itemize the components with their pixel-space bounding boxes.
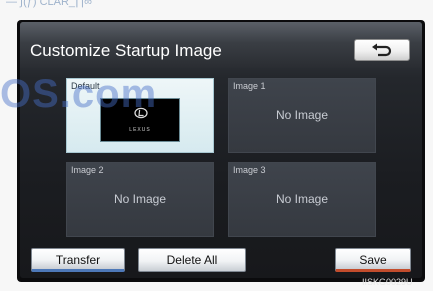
return-arrow-icon (372, 43, 392, 57)
figure-code: IISKG0029U (362, 277, 413, 287)
tile-placeholder: No Image (113, 192, 167, 206)
navigation-screen: Customize Startup Image Default LEXUS Im… (20, 22, 422, 278)
document-header: — ∫(ƒ) CLAR_∏∞ (0, 0, 433, 22)
manual-page: { "document": { "header_fragment": "— ∫(… (0, 0, 433, 291)
tile-label: Default (71, 81, 100, 91)
bottom-button-bar: Transfer Delete All Save (20, 244, 422, 278)
save-button[interactable]: Save (335, 248, 411, 272)
tile-label: Image 2 (71, 165, 104, 175)
image-grid: Default LEXUS Image 1 No Image Image 2 N… (66, 78, 376, 240)
document-header-text: — ∫(ƒ) CLAR_∏∞ (6, 0, 92, 8)
screen-title: Customize Startup Image (30, 41, 222, 60)
image-tile-1[interactable]: Image 1 No Image (228, 78, 376, 153)
image-tile-3[interactable]: Image 3 No Image (228, 162, 376, 237)
title-bar: Customize Startup Image (20, 22, 422, 68)
tile-placeholder: No Image (275, 108, 329, 122)
tile-label: Image 3 (233, 165, 266, 175)
image-tile-default[interactable]: Default LEXUS (66, 78, 214, 153)
tile-label: Image 1 (233, 81, 266, 91)
lexus-logo-icon (134, 107, 148, 119)
thumbnail-caption: LEXUS (129, 127, 151, 133)
image-tile-2[interactable]: Image 2 No Image (66, 162, 214, 237)
startup-image-thumbnail: LEXUS (100, 98, 180, 142)
delete-all-button[interactable]: Delete All (138, 248, 246, 272)
back-button[interactable] (354, 39, 410, 61)
transfer-button[interactable]: Transfer (31, 248, 125, 272)
tile-placeholder: No Image (275, 192, 329, 206)
